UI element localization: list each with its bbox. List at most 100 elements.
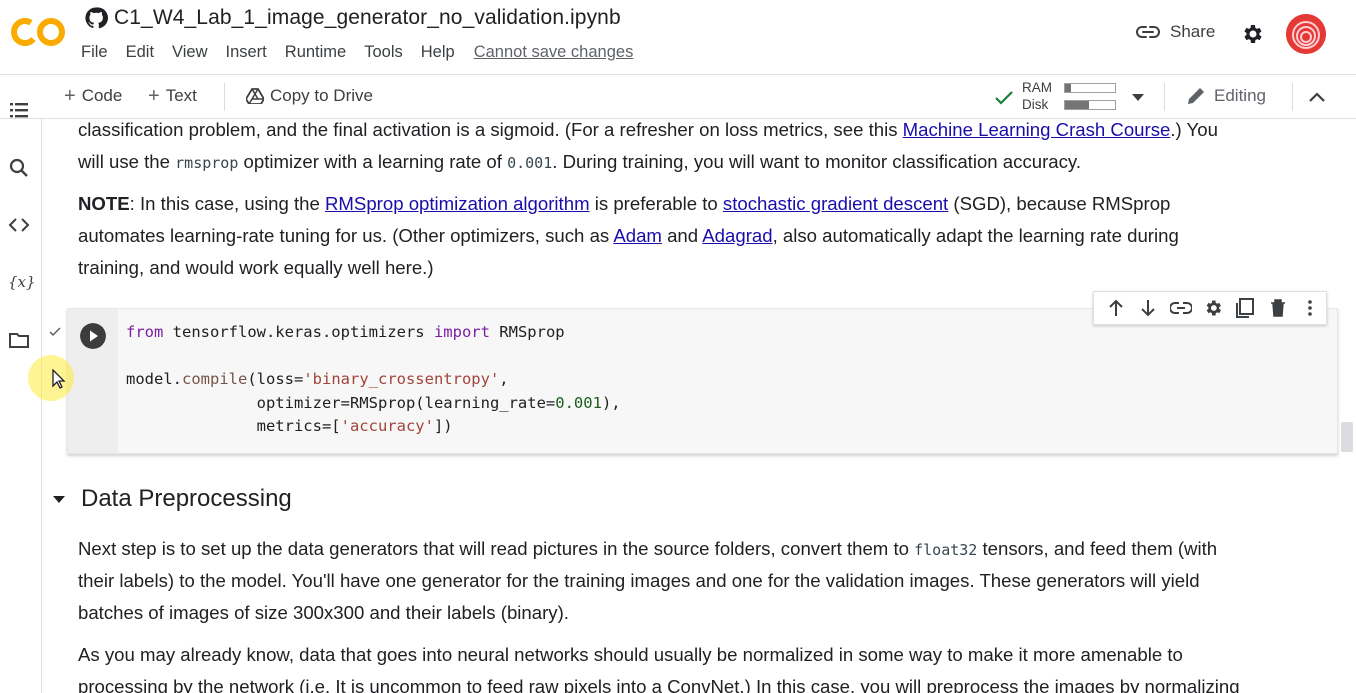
pencil-icon [1188,88,1204,104]
code-token: 'binary_crossentropy' [303,370,500,388]
menu-edit[interactable]: Edit [126,43,154,62]
menu-file[interactable]: File [81,43,108,62]
adam-link[interactable]: Adam [613,225,662,246]
left-sidebar: {x} [0,103,42,693]
text-line: NOTE: In this case, using the RMSprop op… [78,188,1170,220]
share-label: Share [1170,22,1216,41]
user-avatar[interactable] [1286,14,1326,54]
colab-logo[interactable] [8,12,68,52]
inline-code: 0.001 [507,154,553,172]
toolbar-divider [1164,83,1165,111]
code-token: compile [182,370,248,388]
text-span: will use the [78,151,176,172]
ml-crash-course-link[interactable]: Machine Learning Crash Course [903,119,1171,140]
code-editor[interactable]: from tensorflow.keras.optimizers import … [126,321,621,439]
text-span: , also automatically adapt the learning … [772,225,1179,246]
section-heading[interactable]: Data Preprocessing [51,485,292,513]
run-cell-button[interactable] [80,323,106,349]
notebook-title[interactable]: C1_W4_Lab_1_image_generator_no_validatio… [114,6,621,30]
cursor-highlight [28,355,74,401]
move-up-arrow-icon[interactable] [1100,296,1132,320]
text-line: training, and would work equally well he… [78,252,434,284]
sgd-link[interactable]: stochastic gradient descent [723,193,948,214]
cell-toolbar [1093,291,1327,325]
code-snippets-icon[interactable] [8,214,30,236]
drive-icon [246,88,264,104]
menu-tools[interactable]: Tools [364,43,403,62]
text-span: classification problem, and the final ac… [78,119,903,140]
settings-gear-icon[interactable] [1240,22,1264,46]
menu-insert[interactable]: Insert [226,43,267,62]
cannot-save-link[interactable]: Cannot save changes [474,43,634,62]
ram-bar [1064,83,1116,93]
text-span: tensors, and feed them (with [977,538,1218,559]
cell-settings-gear-icon[interactable] [1197,296,1229,320]
copy-to-drive-button[interactable]: Copy to Drive [246,86,373,106]
text-span: : In this case, using the [129,193,325,214]
rmsprop-link[interactable]: RMSprop optimization algorithm [325,193,590,214]
delete-trash-icon[interactable] [1261,296,1293,320]
text-line: As you may already know, data that goes … [78,644,1183,665]
section-title: Data Preprocessing [81,485,292,512]
add-code-button[interactable]: + Code [64,86,122,106]
files-folder-icon[interactable] [8,329,30,351]
text-line: processing by the network (i.e. It is un… [78,676,1240,693]
link-to-cell-icon[interactable] [1165,296,1197,320]
text-span: Next step is to set up the data generato… [78,538,915,559]
code-token: 0.001 [555,393,602,412]
text-span: .) You [1170,119,1218,140]
adagrad-link[interactable]: Adagrad [702,225,772,246]
notebook-content: classification problem, and the final ac… [43,119,1356,693]
text-line: automates learning-rate tuning for us. (… [78,220,1179,252]
text-span: training, and would work equally well he… [78,257,434,278]
avatar-icon [1286,14,1326,54]
collapse-caret-icon[interactable] [53,495,65,503]
connected-check-icon [995,91,1013,105]
text-line: batches of images of size 300x300 and th… [78,602,569,623]
code-token: optimizer=RMSprop(learning_rate= [126,393,556,412]
share-button[interactable]: Share [1136,22,1215,42]
more-options-icon[interactable] [1294,296,1326,320]
note-label: NOTE [78,193,130,214]
vertical-scrollbar[interactable] [1341,422,1353,452]
title-row: C1_W4_Lab_1_image_generator_no_validatio… [84,6,621,30]
link-icon [1136,26,1160,38]
header: C1_W4_Lab_1_image_generator_no_validatio… [0,0,1356,74]
menu-view[interactable]: View [172,43,207,62]
github-icon[interactable] [84,6,108,30]
dropdown-arrow-icon[interactable] [1132,94,1144,102]
plus-icon: + [64,85,76,107]
search-icon[interactable] [8,157,30,179]
editing-mode-button[interactable]: Editing [1186,86,1266,106]
add-code-label: Code [81,86,123,105]
code-token: metrics=[ [126,417,341,435]
menu-bar: File Edit View Insert Runtime Tools Help… [81,43,651,62]
ram-label: RAM [1022,80,1052,95]
code-token: 'accuracy' [340,417,434,435]
resource-labels: RAM Disk [1022,79,1052,113]
code-cell[interactable]: from tensorflow.keras.optimizers import … [67,308,1338,454]
table-of-contents-icon[interactable] [8,99,30,121]
text-line: Next step is to set up the data generato… [78,533,1217,566]
text-line: will use the rmsprop optimizer with a le… [78,146,1081,179]
ram-bar-fill [1065,84,1071,92]
code-token: from [126,323,164,341]
variables-icon[interactable]: {x} [8,271,36,293]
code-token: , [499,370,509,388]
menu-runtime[interactable]: Runtime [285,43,346,62]
mouse-pointer-icon [52,369,66,389]
move-down-arrow-icon[interactable] [1132,296,1164,320]
add-text-label: Text [165,86,197,105]
mirror-cell-icon[interactable] [1229,296,1261,320]
collapse-chevron-up-icon[interactable] [1309,92,1325,102]
disk-label: Disk [1022,97,1049,112]
resource-monitor[interactable]: RAM Disk [990,79,1150,115]
cell-gutter [68,309,118,453]
text-span: and [661,225,703,246]
menu-help[interactable]: Help [421,43,455,62]
toolbar-divider [1292,83,1293,111]
add-text-button[interactable]: + Text [148,86,197,106]
code-token: ]) [433,417,453,435]
code-token: tensorflow.keras.optimizers [163,323,434,341]
code-token: model. [126,370,182,388]
